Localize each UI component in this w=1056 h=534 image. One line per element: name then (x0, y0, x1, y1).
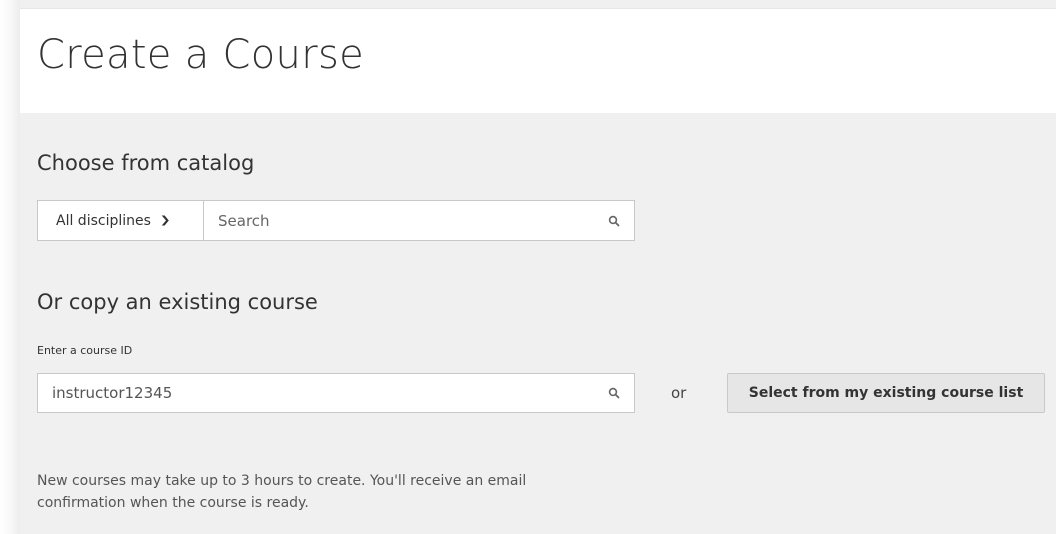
discipline-select[interactable]: All disciplines ❯ (38, 201, 204, 240)
or-separator: or (671, 384, 687, 402)
creation-time-note: New courses may take up to 3 hours to cr… (37, 473, 527, 511)
catalog-heading: Choose from catalog (37, 151, 255, 175)
catalog-search-input[interactable]: Search (204, 201, 634, 240)
course-id-label: Enter a course ID (37, 344, 133, 357)
select-existing-course-button[interactable]: Select from my existing course list (727, 373, 1045, 413)
discipline-select-value: All disciplines (56, 212, 151, 229)
create-course-page: Create a Course Choose from catalog All … (0, 0, 1056, 534)
course-id-value: instructor12345 (52, 384, 173, 402)
catalog-search-placeholder: Search (218, 211, 270, 230)
search-icon[interactable] (608, 215, 620, 227)
chevron-down-icon: ❯ (159, 215, 171, 226)
page-header: Create a Course (20, 8, 1056, 113)
catalog-search-bar: All disciplines ❯ Search (37, 200, 635, 241)
main-content: Choose from catalog All disciplines ❯ Se… (20, 113, 1056, 534)
left-edge-shadow (0, 0, 20, 534)
search-icon[interactable] (608, 387, 620, 399)
course-id-input[interactable]: instructor12345 (37, 373, 635, 413)
copy-course-heading: Or copy an existing course (37, 290, 318, 314)
page-title: Create a Course (37, 32, 364, 78)
